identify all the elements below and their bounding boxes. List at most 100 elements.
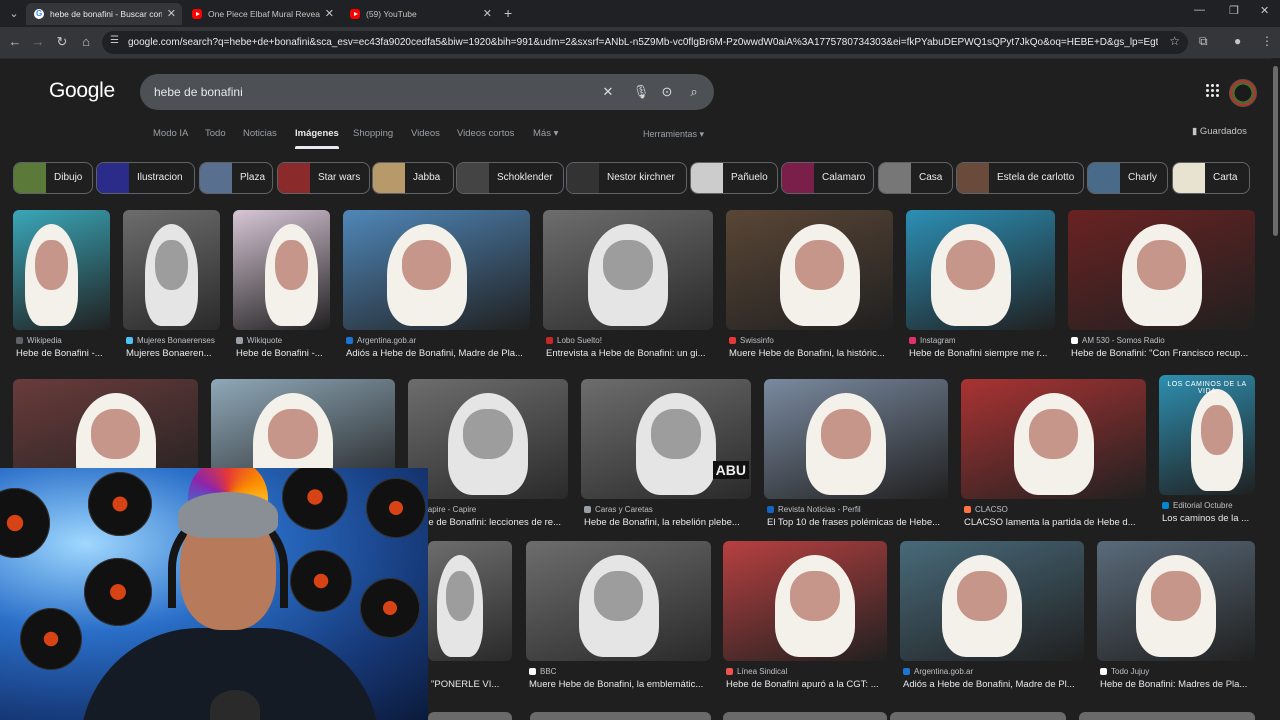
result-thumbnail[interactable] — [906, 210, 1055, 330]
tab-modo-ia[interactable]: Modo IA — [153, 128, 188, 139]
related-chip[interactable]: Jabba — [372, 162, 454, 194]
browser-menu-icon[interactable]: ⋮ — [1261, 34, 1273, 48]
result-caption[interactable]: Los caminos de la ... — [1162, 513, 1255, 524]
tab-videos-cortos[interactable]: Videos cortos — [457, 128, 514, 139]
result-source[interactable]: Argentina.gob.ar — [346, 336, 530, 345]
tab-imagenes[interactable]: Imágenes — [295, 128, 339, 149]
search-box[interactable]: hebe de bonafini ✕ 🎙︎ ⊙ ⌕ — [140, 74, 714, 110]
tab-mas[interactable]: Más ▾ — [533, 128, 558, 139]
result-thumbnail[interactable] — [900, 541, 1084, 661]
minimize-icon[interactable]: — — [1194, 4, 1205, 16]
tab-noticias[interactable]: Noticias — [243, 128, 277, 139]
result-thumbnail-peek[interactable] — [428, 712, 512, 720]
result-thumbnail[interactable] — [408, 379, 568, 499]
result-thumbnail[interactable] — [233, 210, 330, 330]
result-thumbnail[interactable] — [1097, 541, 1255, 661]
result-thumbnail[interactable]: LOS CAMINOS DE LA VIDA — [1159, 375, 1255, 495]
browser-tab-one-piece[interactable]: One Piece Elbaf Mural Revealed ✕ — [184, 3, 340, 25]
result-thumbnail[interactable] — [726, 210, 893, 330]
home-icon[interactable]: ⌂ — [77, 33, 95, 51]
related-chip[interactable]: Star wars — [277, 162, 370, 194]
result-caption[interactable]: El Top 10 de frases polémicas de Hebe... — [767, 517, 948, 528]
result-caption[interactable]: Hebe de Bonafini apuró a la CGT: ... — [726, 679, 887, 690]
result-thumbnail[interactable] — [764, 379, 948, 499]
result-source[interactable]: AM 530 - Somos Radio — [1071, 336, 1255, 345]
result-caption[interactable]: Entrevista a Hebe de Bonafini: un gi... — [546, 348, 713, 359]
result-thumbnail-peek[interactable] — [723, 712, 887, 720]
result-thumbnail-peek[interactable] — [1079, 712, 1255, 720]
result-caption[interactable]: Hebe de Bonafini: Madres de Pla... — [1100, 679, 1255, 690]
result-caption[interactable]: Hebe de Bonafini: "Con Francisco recup..… — [1071, 348, 1255, 359]
result-source[interactable]: Argentina.gob.ar — [903, 667, 1084, 676]
result-thumbnail[interactable] — [543, 210, 713, 330]
related-chip[interactable]: Carta — [1172, 162, 1250, 194]
account-avatar[interactable] — [1229, 79, 1257, 107]
tools-dropdown[interactable]: Herramientas ▾ — [643, 129, 704, 140]
new-tab-plus-icon[interactable]: + — [504, 3, 512, 23]
result-caption[interactable]: Adiós a Hebe de Bonafini, Madre de Pla..… — [346, 348, 530, 359]
result-source[interactable]: Caras y Caretas — [584, 505, 751, 514]
result-caption[interactable]: Adiós a Hebe de Bonafini, Madre de Pl... — [903, 679, 1084, 690]
related-chip[interactable]: Casa — [878, 162, 953, 194]
result-caption[interactable]: Muere Hebe de Bonafini, la históric... — [729, 348, 893, 359]
bookmark-star-icon[interactable]: ☆ — [1169, 34, 1180, 48]
google-apps-icon[interactable] — [1206, 84, 1220, 98]
result-thumbnail[interactable] — [13, 210, 110, 330]
result-thumbnail[interactable] — [723, 541, 887, 661]
related-chip[interactable]: Plaza — [199, 162, 273, 194]
tab-shopping[interactable]: Shopping — [353, 128, 393, 139]
search-icon[interactable]: ⌕ — [685, 83, 703, 101]
reload-icon[interactable]: ↻ — [53, 33, 71, 51]
close-tab-icon[interactable]: ✕ — [325, 3, 334, 25]
related-chip[interactable]: Schoklender — [456, 162, 564, 194]
result-thumbnail[interactable] — [526, 541, 711, 661]
result-source[interactable]: Todo Jujuy — [1100, 667, 1255, 676]
extensions-puzzle-icon[interactable]: ⧉ — [1199, 34, 1208, 49]
related-chip[interactable]: Calamaro — [781, 162, 874, 194]
result-caption[interactable]: Hebe de Bonafini, la rebelión plebe... — [584, 517, 751, 528]
saved-button[interactable]: ▮ Guardados — [1192, 126, 1247, 137]
site-info-icon[interactable]: ☰ — [110, 35, 119, 46]
scrollbar-thumb[interactable] — [1273, 66, 1278, 236]
related-chip[interactable]: Estela de carlotto — [956, 162, 1084, 194]
google-logo[interactable]: Google — [49, 79, 115, 103]
result-source[interactable]: BBC — [529, 667, 711, 676]
result-thumbnail[interactable] — [123, 210, 220, 330]
result-source[interactable]: Wikipedia — [16, 336, 110, 345]
search-input[interactable]: hebe de bonafini — [154, 74, 243, 110]
tab-todo[interactable]: Todo — [205, 128, 226, 139]
result-caption[interactable]: Hebe de Bonafini siempre me r... — [909, 348, 1055, 359]
profile-icon[interactable]: ● — [1234, 34, 1241, 48]
result-caption[interactable]: Hebe de Bonafini: lecciones de re... — [411, 517, 568, 528]
address-bar[interactable]: ☰ google.com/search?q=hebe+de+bonafini&s… — [102, 31, 1188, 54]
page-scrollbar[interactable] — [1271, 58, 1280, 720]
result-thumbnail-peek[interactable] — [530, 712, 711, 720]
lens-search-icon[interactable]: ⊙ — [658, 83, 676, 101]
related-chip[interactable]: Dibujo — [13, 162, 93, 194]
result-source[interactable]: Capire - Capire — [411, 505, 568, 514]
close-tab-icon[interactable]: ✕ — [483, 3, 492, 25]
close-tab-icon[interactable]: ✕ — [167, 3, 176, 25]
result-source[interactable]: Instagram — [909, 336, 1055, 345]
related-chip[interactable]: Pañuelo — [690, 162, 778, 194]
browser-tab-youtube[interactable]: (59) YouTube ✕ — [342, 3, 498, 25]
result-caption[interactable]: "PONERLE VI... — [431, 679, 512, 690]
result-caption[interactable]: Muere Hebe de Bonafini, la emblemátic... — [529, 679, 711, 690]
result-source[interactable]: Lobo Suelto! — [546, 336, 713, 345]
clear-search-icon[interactable]: ✕ — [599, 83, 617, 101]
result-thumbnail[interactable] — [961, 379, 1146, 499]
result-source[interactable]: Editorial Octubre — [1162, 501, 1255, 510]
result-source[interactable]: Wikiquote — [236, 336, 330, 345]
result-thumbnail[interactable] — [428, 541, 512, 661]
related-chip[interactable]: Ilustracion — [96, 162, 195, 194]
result-caption[interactable]: Hebe de Bonafini -... — [16, 348, 110, 359]
forward-arrow-icon[interactable]: → — [29, 33, 47, 51]
result-source[interactable]: Línea Sindical — [726, 667, 887, 676]
result-thumbnail-peek[interactable] — [890, 712, 1066, 720]
url-text[interactable]: google.com/search?q=hebe+de+bonafini&sca… — [128, 31, 1158, 54]
result-thumbnail[interactable] — [1068, 210, 1255, 330]
related-chip[interactable]: Charly — [1087, 162, 1168, 194]
voice-search-icon[interactable]: 🎙︎ — [632, 83, 650, 101]
back-arrow-icon[interactable]: ← — [6, 33, 24, 51]
result-source[interactable]: CLACSO — [964, 505, 1146, 514]
